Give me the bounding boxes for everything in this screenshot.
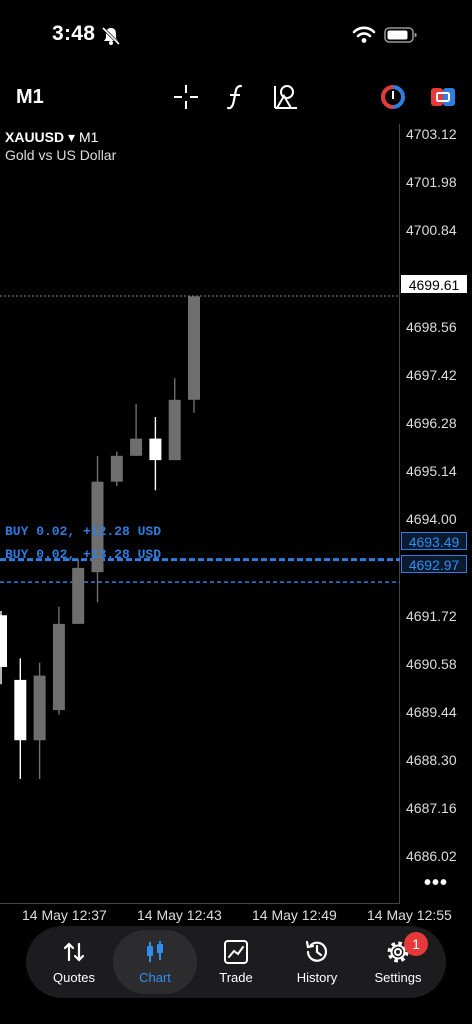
symbol-ticker: XAUUSD [5,129,65,145]
history-icon [305,940,328,962]
objects-icon[interactable] [271,82,301,112]
tab-history[interactable]: History [275,930,359,994]
tab-quotes[interactable]: Quotes [32,930,116,994]
price-tick: 4691.72 [406,608,457,624]
candle-body [52,623,65,711]
price-tick: 4698.56 [406,319,457,335]
chart-toolbar: M1 [0,74,472,120]
candle-body [188,296,200,400]
tab-label: Chart [139,970,171,985]
trade-chart-icon [224,940,248,964]
price-tick: 4689.44 [406,704,457,720]
candlestick-icon [147,941,163,962]
bottom-tab-bar: Quotes Chart Trade History Settings [26,926,446,998]
price-tick: 4703.12 [406,126,457,142]
tab-label: Settings [374,970,422,985]
crosshair-icon[interactable] [171,82,201,112]
time-tick: 14 May 12:37 [22,907,107,923]
time-tick: 14 May 12:49 [252,907,337,923]
current-price-label: 4699.61 [401,275,467,293]
price-tick: 4696.28 [406,415,457,431]
trade-label[interactable]: BUY 0.02, +13.28 USD [5,547,161,562]
more-icon[interactable]: ••• [424,872,448,895]
candle-body [130,438,143,456]
time-tick: 14 May 12:55 [367,907,452,923]
price-tick: 4687.16 [406,800,457,816]
buy-level-label: 4693.49 [401,532,467,550]
time-tick: 14 May 12:43 [137,907,222,923]
candle-body [149,438,162,461]
chevron-down-icon: ▾ [68,129,76,145]
wifi-icon [352,26,376,43]
candle-body [168,399,181,461]
status-time: 3:48 [52,22,96,45]
trade-label[interactable]: BUY 0.02, +12.28 USD [5,524,161,539]
tab-label: Quotes [53,970,95,985]
tab-chart[interactable]: Chart [113,930,197,994]
settings-badge: 1 [404,932,428,956]
symbol-header[interactable]: XAUUSD ▾ M1 [5,129,98,146]
price-tick: 4700.84 [406,222,457,238]
timeframe-button[interactable]: M1 [16,86,44,109]
one-click-trading-icon[interactable] [378,82,408,112]
price-tick: 4686.02 [406,848,457,864]
price-tick: 4690.58 [406,656,457,672]
trade-panel-icon[interactable] [428,82,458,112]
symbol-description: Gold vs US Dollar [5,147,117,163]
candle-body [110,455,123,482]
buy-level-label: 4692.97 [401,555,467,573]
price-tick: 4688.30 [406,752,457,768]
indicators-icon[interactable] [221,82,251,112]
candle-body [72,567,85,624]
quotes-icon [63,942,85,962]
status-bar: 3:48 [0,0,472,70]
tab-trade[interactable]: Trade [194,930,278,994]
price-tick: 4695.14 [406,463,457,479]
candle-body [0,615,7,667]
tab-label: History [296,970,338,985]
tab-label: Trade [219,970,253,985]
candle-body [14,679,27,741]
price-tick: 4694.00 [406,511,457,527]
bell-muted-icon [101,26,121,46]
candle-body [33,675,46,741]
battery-icon [384,27,417,43]
price-tick: 4701.98 [406,174,457,190]
price-tick: 4697.42 [406,367,457,383]
price-chart[interactable] [0,124,400,904]
symbol-timeframe: M1 [78,129,99,145]
